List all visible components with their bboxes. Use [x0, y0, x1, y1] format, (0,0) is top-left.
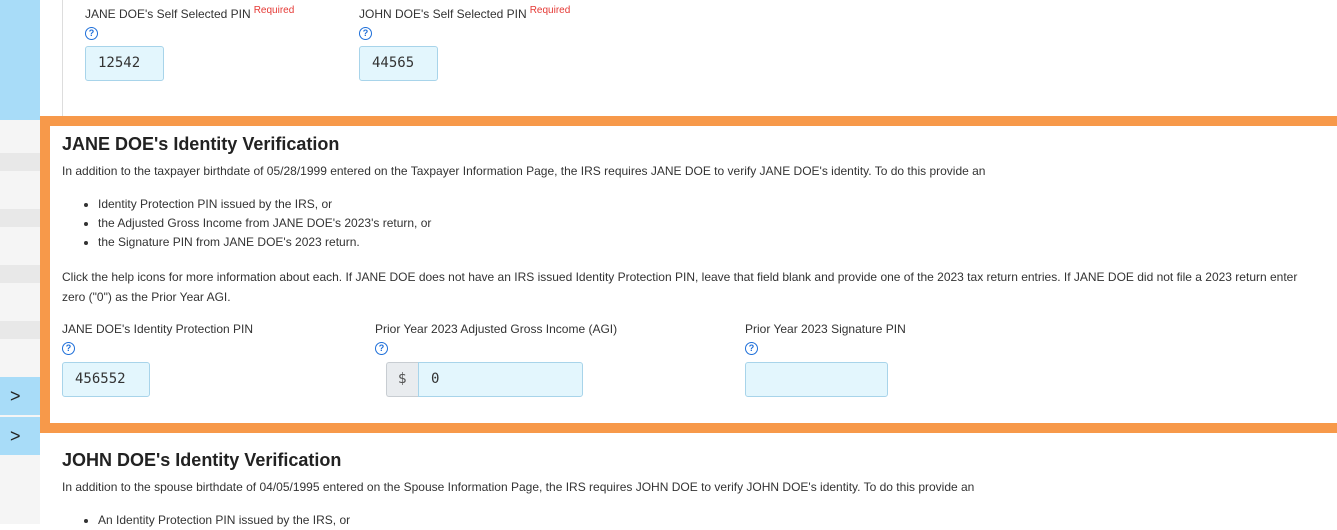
- section-intro: In addition to the spouse birthdate of 0…: [62, 480, 975, 494]
- sidebar-active-block: [0, 0, 40, 120]
- field-label: Prior Year 2023 Signature PIN: [745, 322, 906, 336]
- sidebar-divider: [0, 321, 40, 339]
- required-marker: Required: [253, 5, 295, 16]
- sidebar-divider: [0, 153, 40, 171]
- agi-input-group: $ 0: [386, 362, 583, 397]
- field-label: JANE DOE's Identity Protection PIN: [62, 322, 254, 336]
- field-label: JOHN DOE's Self Selected PIN Required: [359, 5, 571, 21]
- john-self-pin-field-group: JOHN DOE's Self Selected PIN Required ?: [359, 5, 571, 40]
- list-item: An Identity Protection PIN issued by the…: [98, 511, 350, 530]
- sidebar-expand-button[interactable]: >: [0, 377, 40, 415]
- agi-input[interactable]: 0: [418, 362, 583, 397]
- section-title: JOHN DOE's Identity Verification: [62, 450, 342, 470]
- jane-self-pin-input[interactable]: 12542: [85, 46, 164, 81]
- sidebar-divider: [0, 265, 40, 283]
- jane-self-pin-field-group: JANE DOE's Self Selected PIN Required ?: [85, 5, 295, 40]
- field-label: JANE DOE's Self Selected PIN Required: [85, 5, 295, 21]
- section-intro: In addition to the taxpayer birthdate of…: [62, 164, 986, 178]
- chevron-right-icon: >: [10, 386, 21, 406]
- verification-options-list: Identity Protection PIN issued by the IR…: [62, 195, 431, 252]
- list-item: Identity Protection PIN issued by the IR…: [98, 195, 431, 214]
- ip-pin-input[interactable]: 456552: [62, 362, 150, 397]
- section-instructions: Click the help icons for more informatio…: [62, 270, 1298, 304]
- signature-pin-input[interactable]: [745, 362, 888, 397]
- field-label: Prior Year 2023 Adjusted Gross Income (A…: [375, 322, 618, 336]
- sidebar-expand-button[interactable]: >: [0, 417, 40, 455]
- chevron-right-icon: >: [10, 426, 21, 446]
- signature-pin-field-group: Prior Year 2023 Signature PIN ?: [745, 322, 906, 355]
- sidebar: > >: [0, 0, 40, 524]
- list-item: the Signature PIN from JANE DOE's 2023 r…: [98, 233, 431, 252]
- john-self-pin-input[interactable]: 44565: [359, 46, 438, 81]
- agi-field-group: Prior Year 2023 Adjusted Gross Income (A…: [375, 322, 618, 355]
- sidebar-divider: [0, 209, 40, 227]
- verification-options-list: An Identity Protection PIN issued by the…: [62, 511, 350, 530]
- help-icon[interactable]: ?: [359, 27, 372, 40]
- help-icon[interactable]: ?: [375, 342, 388, 355]
- section-title: JANE DOE's Identity Verification: [62, 134, 340, 154]
- list-item: the Adjusted Gross Income from JANE DOE'…: [98, 214, 431, 233]
- help-icon[interactable]: ?: [85, 27, 98, 40]
- required-marker: Required: [529, 5, 571, 16]
- currency-prefix: $: [386, 362, 418, 397]
- help-icon[interactable]: ?: [62, 342, 75, 355]
- ip-pin-field-group: JANE DOE's Identity Protection PIN ?: [62, 322, 254, 355]
- help-icon[interactable]: ?: [745, 342, 758, 355]
